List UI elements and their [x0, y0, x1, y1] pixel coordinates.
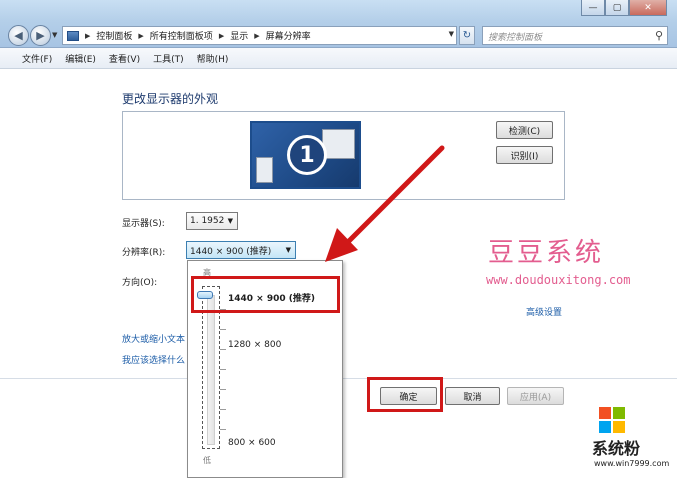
logo-text: 系统粉: [592, 439, 641, 458]
watermark-url: www.doudouxitong.com: [486, 273, 631, 287]
logo-red-square: [599, 407, 611, 419]
annotation-arrow-head: [325, 228, 358, 262]
watermark-title: 豆豆系统: [488, 238, 605, 268]
logo-yellow-square: [613, 421, 625, 433]
windows-logo-icon: [599, 407, 626, 434]
logo-green-square: [613, 407, 625, 419]
logo-url: www.win7999.com: [594, 459, 670, 468]
annotation-arrow-shaft: [342, 145, 445, 248]
logo-blue-square: [599, 421, 611, 433]
